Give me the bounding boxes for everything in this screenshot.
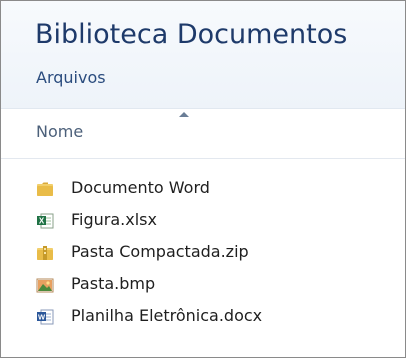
excel-file-icon: X bbox=[37, 213, 54, 229]
library-subtitle: Arquivos bbox=[36, 68, 106, 87]
sort-ascending-icon bbox=[179, 112, 189, 117]
list-item[interactable]: Pasta.bmp bbox=[1, 269, 405, 301]
column-header-name[interactable]: Nome bbox=[1, 108, 405, 159]
svg-text:X: X bbox=[39, 217, 45, 226]
file-list: Documento Word X Figura.xlsx Pasta Compa bbox=[1, 173, 405, 333]
library-header: Biblioteca Documentos Arquivos bbox=[1, 1, 405, 109]
library-title: Biblioteca Documentos bbox=[35, 19, 348, 50]
svg-text:W: W bbox=[38, 313, 46, 322]
file-name: Pasta.bmp bbox=[71, 274, 156, 293]
list-item[interactable]: Pasta Compactada.zip bbox=[1, 237, 405, 269]
list-item[interactable]: W Planilha Eletrônica.docx bbox=[1, 301, 405, 333]
file-name: Pasta Compactada.zip bbox=[71, 242, 249, 261]
file-name: Planilha Eletrônica.docx bbox=[71, 306, 263, 325]
list-item[interactable]: X Figura.xlsx bbox=[1, 205, 405, 237]
bitmap-image-icon bbox=[36, 278, 54, 293]
zip-folder-icon bbox=[37, 246, 53, 260]
folder-icon bbox=[37, 182, 53, 196]
column-header-label: Nome bbox=[36, 122, 84, 141]
word-file-icon: W bbox=[37, 309, 54, 325]
explorer-window: Biblioteca Documentos Arquivos Nome Docu… bbox=[0, 0, 406, 358]
file-name: Documento Word bbox=[71, 178, 210, 197]
file-name: Figura.xlsx bbox=[71, 210, 157, 229]
list-item[interactable]: Documento Word bbox=[1, 173, 405, 205]
